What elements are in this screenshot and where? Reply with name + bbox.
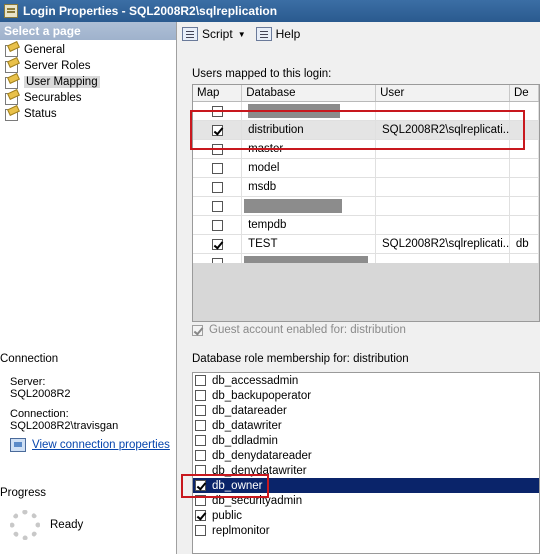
server-label: Server: [10, 376, 46, 388]
progress-spinner-icon [10, 510, 40, 540]
help-icon [255, 27, 272, 41]
guest-label: Guest account enabled for: distribution [209, 324, 406, 336]
database-cell: msdb [242, 178, 376, 196]
role-name: public [212, 509, 243, 522]
table-row[interactable]: tempdb [193, 216, 539, 235]
grid-header: Map Database User De [193, 85, 539, 102]
page-icon [4, 91, 20, 105]
users-mapped-label: Users mapped to this login: [192, 68, 332, 80]
connection-properties-icon [10, 438, 26, 452]
role-checkbox[interactable] [195, 525, 206, 536]
login-properties-icon [4, 4, 18, 18]
column-header-database[interactable]: Database [242, 85, 377, 101]
default-schema-cell: db [510, 235, 539, 253]
database-cell: model [242, 159, 376, 177]
page-item-label: Status [24, 108, 57, 120]
role-name: db_accessadmin [212, 374, 299, 387]
page-icon [4, 75, 20, 89]
grid-empty-area [193, 263, 539, 321]
chevron-down-icon[interactable]: ▼ [238, 30, 246, 39]
left-pane: Select a page General Server Roles User … [0, 22, 177, 554]
select-page-header: Select a page [0, 22, 176, 40]
user-mapping-panel: Users mapped to this login: Map Database… [178, 46, 540, 554]
table-row[interactable] [193, 197, 539, 216]
progress-section: Progress Ready [0, 484, 176, 540]
roles-label: Database role membership for: distributi… [192, 353, 409, 365]
list-item[interactable]: db_datareader [193, 403, 539, 418]
role-name: db_datawriter [212, 419, 282, 432]
role-checkbox[interactable] [195, 435, 206, 446]
page-icon [4, 59, 20, 73]
page-item-securables[interactable]: Securables [4, 90, 176, 106]
column-header-map[interactable]: Map [193, 85, 243, 101]
list-item[interactable]: db_ddladmin [193, 433, 539, 448]
view-connection-properties-link[interactable]: View connection properties [0, 438, 176, 452]
redacted-database [244, 198, 343, 213]
help-label: Help [275, 27, 301, 41]
help-button[interactable]: Help [255, 27, 301, 41]
map-checkbox[interactable] [211, 238, 223, 250]
list-item[interactable]: db_backupoperator [193, 388, 539, 403]
page-item-user-mapping[interactable]: User Mapping [4, 74, 176, 90]
connection-label: Connection: [10, 408, 69, 420]
role-checkbox[interactable] [195, 375, 206, 386]
map-checkbox[interactable] [211, 200, 223, 212]
role-name: db_datareader [212, 404, 287, 417]
page-item-label: Securables [24, 92, 82, 104]
toolbar: Script ▼ Help [178, 22, 540, 46]
server-value: SQL2008R2 [10, 388, 71, 400]
list-item[interactable]: db_denydatareader [193, 448, 539, 463]
column-header-default-schema[interactable]: De [510, 85, 539, 101]
table-row[interactable]: msdb [193, 178, 539, 197]
page-item-label: Server Roles [24, 60, 91, 72]
page-item-server-roles[interactable]: Server Roles [4, 58, 176, 74]
progress-status: Ready [50, 519, 84, 531]
page-icon [4, 107, 20, 121]
role-checkbox[interactable] [195, 390, 206, 401]
guest-checkbox[interactable] [192, 324, 203, 336]
role-checkbox[interactable] [195, 510, 206, 521]
column-header-user[interactable]: User [376, 85, 510, 101]
list-item[interactable]: replmonitor [193, 523, 539, 538]
connection-section: Connection Server: SQL2008R2 Connection:… [0, 350, 176, 452]
page-list: General Server Roles User Mapping Secura… [0, 40, 176, 122]
list-item[interactable]: db_accessadmin [193, 373, 539, 388]
user-cell: SQL2008R2\sqlreplicati... [376, 235, 510, 253]
map-checkbox[interactable] [211, 219, 223, 231]
role-checkbox[interactable] [195, 420, 206, 431]
connection-value: SQL2008R2\travisgan [10, 420, 119, 432]
progress-header: Progress [0, 487, 47, 499]
title-bar: Login Properties - SQL2008R2\sqlreplicat… [0, 0, 540, 22]
role-checkbox[interactable] [195, 405, 206, 416]
table-row[interactable]: model [193, 159, 539, 178]
script-button[interactable]: Script ▼ [182, 27, 246, 41]
list-item[interactable]: public [193, 508, 539, 523]
role-name: replmonitor [212, 524, 270, 537]
highlight-box-db-owner [181, 474, 269, 498]
database-cell: tempdb [242, 216, 376, 234]
guest-account-row: Guest account enabled for: distribution [192, 324, 406, 336]
script-icon [182, 27, 198, 41]
page-item-label: User Mapping [24, 76, 100, 88]
role-checkbox[interactable] [195, 450, 206, 461]
database-cell: TEST [242, 235, 376, 253]
list-item[interactable]: db_datawriter [193, 418, 539, 433]
highlight-box-distribution [190, 110, 525, 150]
role-name: db_backupoperator [212, 389, 312, 402]
role-membership-list[interactable]: db_accessadmin db_backupoperator db_data… [192, 372, 540, 554]
role-name: db_denydatareader [212, 449, 312, 462]
role-name: db_ddladmin [212, 434, 278, 447]
page-item-general[interactable]: General [4, 42, 176, 58]
page-icon [4, 43, 20, 57]
table-row[interactable]: TEST SQL2008R2\sqlreplicati... db [193, 235, 539, 254]
view-connection-properties-label: View connection properties [32, 439, 170, 451]
map-checkbox[interactable] [211, 162, 223, 174]
connection-header: Connection [0, 353, 59, 365]
window-title: Login Properties - SQL2008R2\sqlreplicat… [23, 4, 278, 18]
page-item-label: General [24, 44, 65, 56]
page-item-status[interactable]: Status [4, 106, 176, 122]
map-checkbox[interactable] [211, 181, 223, 193]
script-label: Script [202, 27, 233, 41]
